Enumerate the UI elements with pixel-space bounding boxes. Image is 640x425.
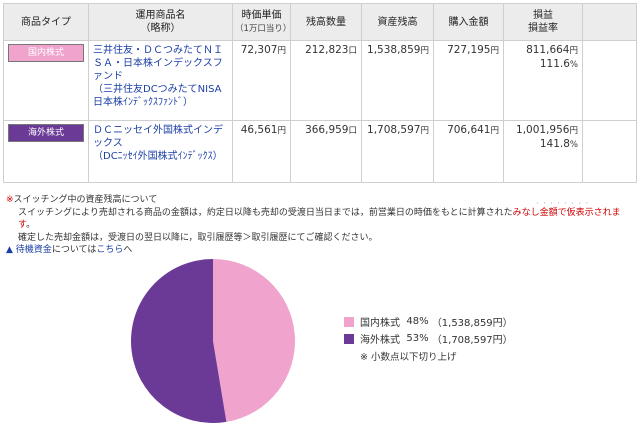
header-name-sub: （略称） xyxy=(140,23,181,34)
header-name-label: 運用商品名 xyxy=(135,10,186,21)
balance-value: 1,708,597 xyxy=(367,124,421,136)
table-row: 海外株式 ＤＣニッセイ外国株式インデックス （DCﾆｯｾｲ外国株式ｲﾝﾃﾞｯｸｽ… xyxy=(3,120,637,183)
here-link[interactable]: こちら xyxy=(96,245,123,255)
legend-swatch-domestic xyxy=(344,316,354,327)
unit-price-value: 46,561 xyxy=(240,124,278,136)
unit-price-unit: 円 xyxy=(277,126,286,136)
balance-unit: 円 xyxy=(420,126,429,136)
triangle-icon: ▲ xyxy=(6,245,13,255)
quantity-unit: 口 xyxy=(348,46,357,56)
empty-cell xyxy=(582,120,637,183)
note-line-2: 確定した売却金額は，受渡日の翌日以降に，取引履歴等＞取引履歴にてご確認ください。 xyxy=(18,232,378,243)
header-name: 運用商品名 （略称） xyxy=(88,3,233,41)
pie-slice-foreign xyxy=(130,259,227,423)
pie-slice-domestic xyxy=(213,259,295,422)
unit-price-cell: 46,561円 xyxy=(232,120,291,183)
legend-note: ※ 小数点以下切り上げ xyxy=(360,351,457,363)
header-pl-rate: 損益率 xyxy=(528,23,558,34)
pl-unit: 円 xyxy=(569,46,578,56)
quantity-value: 212,823 xyxy=(305,44,349,56)
note-line-1: スイッチングにより売却される商品の金額は，約定日以降も売却の受渡日当日までは，前… xyxy=(6,207,636,232)
note-line-1-b: 。 xyxy=(26,220,36,230)
cash-mid: については xyxy=(51,245,97,255)
pl-cell: 1,001,956円 141.8% xyxy=(503,120,583,183)
fund-name-cell[interactable]: 三井住友・ＤＣつみたてＮＩＳＡ・日本株インデックスファンド （三井住友DCつみた… xyxy=(88,40,233,121)
legend-swatch-foreign xyxy=(344,333,354,344)
header-pl: 損益 損益率 xyxy=(503,3,583,41)
allocation-pie-chart xyxy=(130,259,295,423)
header-unit-price-sub: （1万口当り） xyxy=(235,23,292,34)
purchase-cell: 706,641円 xyxy=(433,120,504,183)
table-row: 国内株式 三井住友・ＤＣつみたてＮＩＳＡ・日本株インデックスファンド （三井住友… xyxy=(3,40,637,121)
fund-name-short[interactable]: （DCﾆｯｾｲ外国株式ｲﾝﾃﾞｯｸｽ） xyxy=(93,151,223,162)
header-pl-label: 損益 xyxy=(533,10,553,21)
header-unit-price-label: 時価単価 xyxy=(241,9,282,21)
legend-label: 海外株式 xyxy=(360,335,400,346)
cash-end: へ xyxy=(123,245,133,255)
quantity-unit: 口 xyxy=(348,126,357,136)
legend-label: 国内株式 xyxy=(360,318,400,329)
pl-rate-unit: % xyxy=(569,140,578,150)
table-header-row: 商品タイプ 運用商品名 （略称） 時価単価 （1万口当り） 残高数量 資産残高 購入… xyxy=(3,3,637,41)
type-cell: 国内株式 xyxy=(3,40,89,121)
pie-legend: 国内株式 48% （1,538,859円） 海外株式 53% （1,708,59… xyxy=(344,313,513,364)
note-title: ※スイッチング中の資産残高について xyxy=(6,194,636,207)
legend-percent: 48% xyxy=(406,316,429,327)
legend-item-domestic: 国内株式 48% （1,538,859円） xyxy=(344,313,513,330)
header-balance: 資産残高 xyxy=(361,3,434,41)
pl-rate-value: 111.6 xyxy=(539,58,570,70)
type-badge-domestic: 国内株式 xyxy=(8,44,84,62)
note-title-text: スイッチング中の資産残高について xyxy=(13,195,158,205)
legend-value: （1,538,859円） xyxy=(431,318,513,329)
pl-value: 811,664 xyxy=(526,44,570,56)
cash-link[interactable]: 待機資金 xyxy=(16,245,52,255)
empty-cell xyxy=(582,40,637,121)
unit-price-cell: 72,307円 xyxy=(232,40,291,121)
balance-value: 1,538,859 xyxy=(367,44,421,56)
legend-value: （1,708,597円） xyxy=(431,335,513,346)
holdings-table: 商品タイプ 運用商品名 （略称） 時価単価 （1万口当り） 残高数量 資産残高 購入… xyxy=(3,3,637,183)
balance-cell: 1,538,859円 xyxy=(361,40,434,121)
legend-item-foreign: 海外株式 53% （1,708,597円） xyxy=(344,330,513,347)
pl-value: 1,001,956 xyxy=(516,124,570,136)
pl-rate-value: 141.8 xyxy=(539,138,570,150)
quantity-value: 366,959 xyxy=(305,124,349,136)
note-mark: ※ xyxy=(6,195,14,205)
type-cell: 海外株式 xyxy=(3,120,89,183)
switching-notes: ※スイッチング中の資産残高について スイッチングにより売却される商品の金額は，約… xyxy=(6,194,636,257)
quantity-cell: 212,823口 xyxy=(290,40,362,121)
header-purchase: 購入金額 xyxy=(433,3,504,41)
balance-cell: 1,708,597円 xyxy=(361,120,434,183)
fund-name[interactable]: 三井住友・ＤＣつみたてＮＩＳＡ・日本株インデックスファンド xyxy=(93,45,223,82)
cash-line: ▲ 待機資金についてはこちらへ xyxy=(6,244,636,257)
header-unit-price: 時価単価 （1万口当り） xyxy=(232,3,292,41)
unit-price-value: 72,307 xyxy=(240,44,278,56)
fund-name-short[interactable]: （三井住友DCつみたてNISA日本株ｲﾝﾃﾞｯｸｽﾌｧﾝﾄﾞ） xyxy=(93,84,222,108)
balance-unit: 円 xyxy=(420,46,429,56)
purchase-value: 727,195 xyxy=(447,44,491,56)
purchase-cell: 727,195円 xyxy=(433,40,504,121)
purchase-unit: 円 xyxy=(490,126,499,136)
header-empty xyxy=(582,3,637,41)
type-badge-foreign: 海外株式 xyxy=(8,124,84,142)
fund-name[interactable]: ＤＣニッセイ外国株式インデックス xyxy=(93,125,223,149)
pl-cell: 811,664円 111.6% xyxy=(503,40,583,121)
unit-price-unit: 円 xyxy=(277,46,286,56)
purchase-unit: 円 xyxy=(490,46,499,56)
purchase-value: 706,641 xyxy=(447,124,491,136)
fund-name-cell[interactable]: ＤＣニッセイ外国株式インデックス （DCﾆｯｾｲ外国株式ｲﾝﾃﾞｯｸｽ） xyxy=(88,120,233,183)
legend-percent: 53% xyxy=(406,333,429,344)
pl-rate-unit: % xyxy=(569,60,578,70)
note-line-1-a: スイッチングにより売却される商品の金額は，約定日以降も売却の受渡日当日までは，前… xyxy=(18,207,513,218)
quantity-cell: 366,959口 xyxy=(290,120,362,183)
pl-unit: 円 xyxy=(569,126,578,136)
header-quantity: 残高数量 xyxy=(290,3,362,41)
header-type: 商品タイプ xyxy=(3,3,89,41)
